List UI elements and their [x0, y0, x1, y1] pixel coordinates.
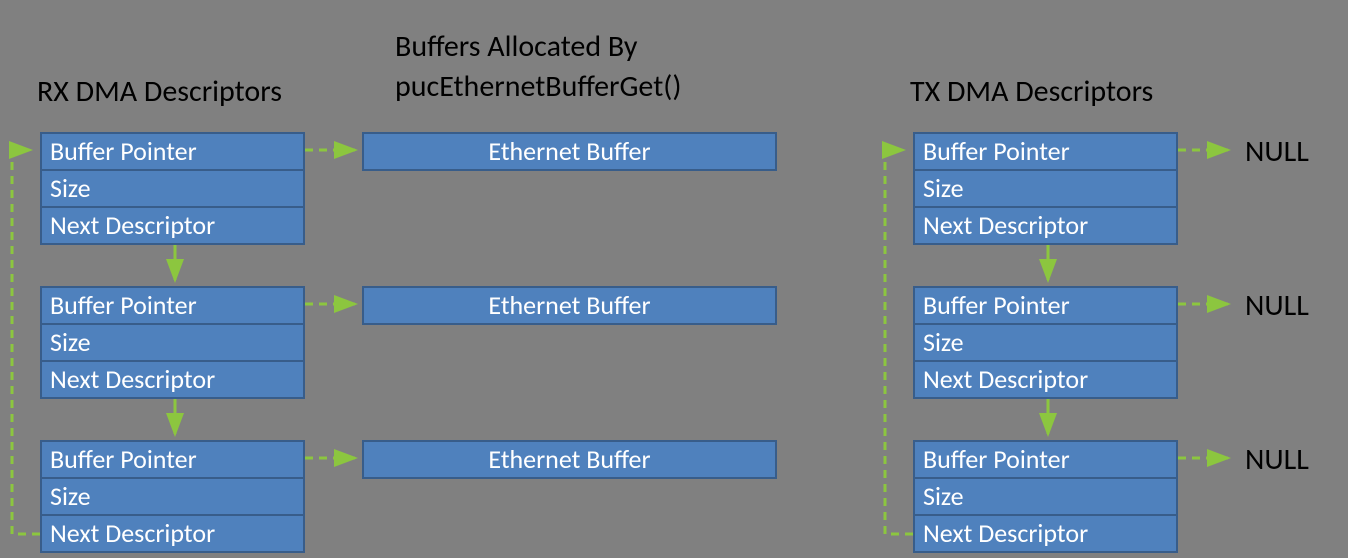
heading-rx: RX DMA Descriptors — [37, 75, 282, 108]
ethernet-buffer-1: Ethernet Buffer — [362, 132, 777, 171]
tx-desc-3-size: Size — [913, 477, 1178, 516]
null-label-3: NULL — [1245, 441, 1309, 478]
tx-desc-1-next: Next Descriptor — [913, 206, 1178, 245]
null-label-2: NULL — [1245, 287, 1309, 324]
tx-desc-3-next: Next Descriptor — [913, 514, 1178, 553]
rx-desc-1-next: Next Descriptor — [40, 206, 305, 245]
rx-desc-3-size: Size — [40, 477, 305, 516]
tx-desc-1-buffer-pointer: Buffer Pointer — [913, 132, 1178, 171]
rx-desc-2-size: Size — [40, 323, 305, 362]
rx-desc-2-buffer-pointer: Buffer Pointer — [40, 286, 305, 325]
rx-desc-3-next: Next Descriptor — [40, 514, 305, 553]
heading-buffers-line2: pucEthernetBufferGet() — [395, 70, 681, 103]
null-label-1: NULL — [1245, 133, 1309, 170]
heading-tx: TX DMA Descriptors — [910, 75, 1153, 108]
rx-desc-2-next: Next Descriptor — [40, 360, 305, 399]
ethernet-buffer-2: Ethernet Buffer — [362, 286, 777, 325]
tx-desc-1-size: Size — [913, 169, 1178, 208]
tx-desc-2-next: Next Descriptor — [913, 360, 1178, 399]
tx-desc-2-buffer-pointer: Buffer Pointer — [913, 286, 1178, 325]
heading-buffers-line1: Buffers Allocated By — [395, 30, 638, 63]
rx-desc-1-buffer-pointer: Buffer Pointer — [40, 132, 305, 171]
rx-desc-3-buffer-pointer: Buffer Pointer — [40, 440, 305, 479]
rx-desc-1-size: Size — [40, 169, 305, 208]
tx-desc-2-size: Size — [913, 323, 1178, 362]
tx-desc-3-buffer-pointer: Buffer Pointer — [913, 440, 1178, 479]
ethernet-buffer-3: Ethernet Buffer — [362, 440, 777, 479]
